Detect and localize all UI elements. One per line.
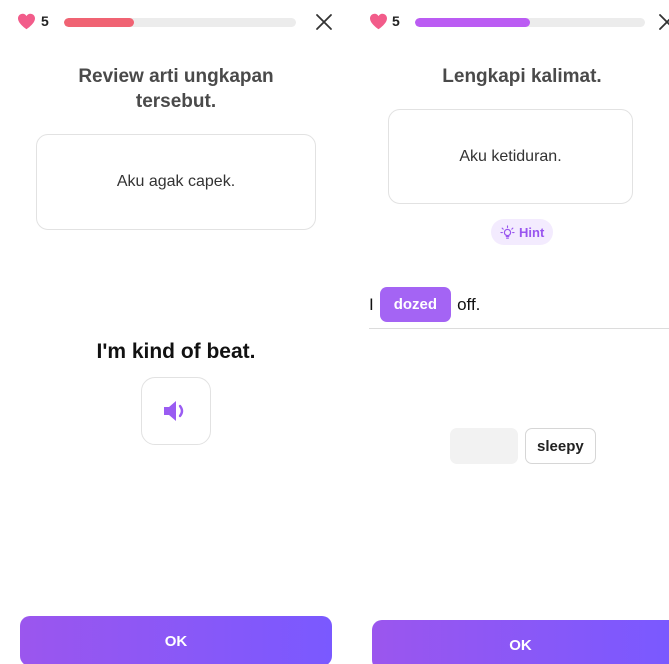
hint-label: Hint xyxy=(519,224,545,240)
translation-card: Aku agak capek. xyxy=(36,134,316,230)
lesson-progress-bar xyxy=(64,18,296,27)
ok-button[interactable]: OK xyxy=(372,620,669,664)
speaker-icon xyxy=(164,401,184,421)
hearts-count: 5 xyxy=(392,13,400,29)
word-bank-chip[interactable]: sleepy xyxy=(525,428,596,464)
ok-button[interactable]: OK xyxy=(20,616,332,664)
hint-button[interactable]: Hint xyxy=(491,219,554,245)
play-audio-button[interactable] xyxy=(141,377,211,445)
word-bank-empty-slot xyxy=(450,428,518,464)
lesson-progress-fill xyxy=(415,18,530,27)
instruction-text: Lengkapi kalimat. xyxy=(442,66,602,87)
instruction-text: Review arti ungkapan tersebut. xyxy=(78,66,274,112)
review-screen: 5 Review arti ungkapan tersebut. Aku aga… xyxy=(0,0,352,664)
close-icon[interactable] xyxy=(312,10,336,34)
lesson-progress-fill xyxy=(64,18,134,27)
screenshot-stage: 5 Review arti ungkapan tersebut. Aku aga… xyxy=(0,0,669,664)
hearts-count: 5 xyxy=(41,13,49,29)
translation-text: Aku agak capek. xyxy=(116,173,236,190)
filled-word-chip[interactable]: dozed xyxy=(379,287,452,322)
sentence-word-after: off. xyxy=(457,294,481,314)
heart-icon xyxy=(370,13,387,30)
sentence-word-before: I xyxy=(369,294,374,314)
heart-icon xyxy=(18,13,35,30)
lesson-progress-bar xyxy=(415,18,645,27)
english-phrase: I'm kind of beat. xyxy=(96,340,256,363)
fill-blank-screen: 5 Lengkapi kalimat. Aku ketiduran. Hint … xyxy=(352,0,669,664)
translation-text: Aku ketiduran. xyxy=(459,147,562,165)
translation-card: Aku ketiduran. xyxy=(388,109,633,204)
lightbulb-icon xyxy=(500,224,515,239)
answer-line xyxy=(369,328,669,329)
close-icon[interactable] xyxy=(655,10,669,34)
sentence-builder: I dozed off. xyxy=(369,287,480,322)
